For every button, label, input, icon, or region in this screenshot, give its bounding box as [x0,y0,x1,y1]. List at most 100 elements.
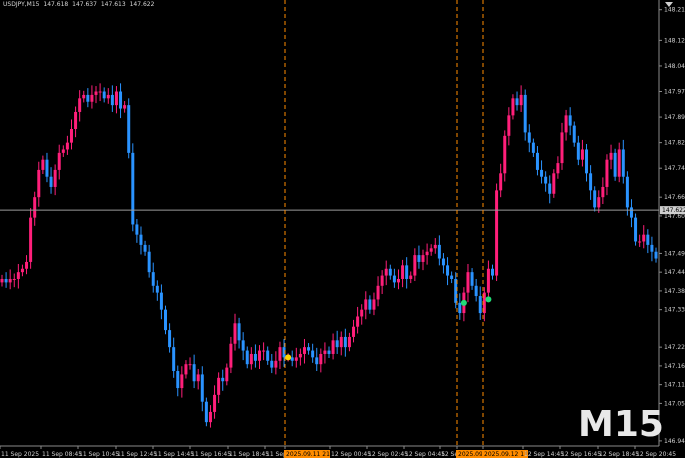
candle-body [78,98,82,112]
price-tick-label: 147.970 [664,89,685,96]
candle-body [368,299,372,310]
candle-body [290,357,294,361]
time-tick-label: 11 Sep 10:45 [79,451,119,458]
candle-body [654,251,658,259]
candle-body [176,371,180,389]
candle-body [580,149,584,160]
candle-body [446,265,450,276]
time-tick-label: 11 Sep 08:45 [42,451,82,458]
time-tick-label: 12 Sep 16:45 [561,451,601,458]
candle-body [425,251,429,256]
candle-body [458,302,462,314]
candle-body [331,340,335,354]
candle-body [45,159,49,177]
candle-body [474,285,478,297]
candle-body [388,268,392,276]
price-tick-label: 148.045 [664,63,685,70]
candle-body [405,265,409,279]
candle-body [302,347,306,354]
candle-body [491,268,494,276]
candle-body [4,278,8,283]
candle-body [25,261,29,269]
candle-body [429,248,433,252]
candle-body [258,350,262,361]
dropdown-icon[interactable] [663,0,675,9]
time-tick-label: 11 Sep 12:45 [117,451,157,458]
candle-body [585,149,589,174]
price-tick-label: 147.330 [664,307,685,314]
time-tick-label: 11 Sep 18:45 [229,451,269,458]
candle-body [564,115,568,133]
candle-body [74,111,78,130]
candle-body [249,353,253,365]
candle-body [278,347,282,361]
candle-body [572,125,576,143]
candle-body [523,94,527,133]
candle-body [335,340,339,348]
low-value: 147.613 [100,1,126,8]
candle-body [441,258,445,266]
candle-body [262,350,266,352]
candle-body [531,142,535,153]
candle-body [200,374,204,402]
candle-body [401,265,405,279]
candle-body [560,132,564,164]
candle-body [12,278,16,280]
candle-body [253,353,257,361]
price-tick-label: 147.220 [664,344,685,351]
candle-body [535,152,539,170]
candle-body [37,169,41,198]
candle-body [511,98,515,116]
price-tick-label: 147.110 [664,382,685,389]
candle-body [527,132,531,143]
candle-body [486,268,490,293]
price-tick-label: 147.495 [664,250,685,257]
candle-body [376,285,380,300]
candle-body [380,275,384,286]
candle-body [208,411,212,423]
candle-body [544,176,548,184]
price-chart[interactable]: 148.210148.120148.045147.970147.895147.8… [0,0,685,458]
candle-body [396,278,400,283]
candle-body [266,350,270,361]
candle-body [131,152,135,225]
candle-body [315,357,319,365]
candle-body [617,149,621,177]
candle-body [597,197,601,208]
price-tick-label: 148.120 [664,37,685,44]
price-tick-label: 147.165 [664,363,685,370]
candle-body [229,343,233,368]
candle-body [245,350,249,365]
candle-body [0,278,4,283]
candle-body [184,364,188,375]
candle-body [188,364,192,366]
candle-body [196,374,200,382]
candle-body [466,272,470,293]
candle-body [237,323,241,341]
candle-body [576,142,580,160]
candle-body [110,94,114,106]
candle-body [417,255,421,262]
candle-body [143,244,147,252]
candle-body [621,149,625,177]
candle-body [204,401,208,423]
candle-body [57,152,61,170]
candle-body [421,255,425,262]
candle-body [53,169,57,187]
symbol-label: USDJPY,M15 [3,1,40,8]
chart-window[interactable]: 148.210148.120148.045147.970147.895147.8… [0,0,685,458]
candle-body [119,91,123,109]
price-tick-label: 146.945 [664,438,685,445]
candle-body [613,152,617,177]
candle-body [159,292,163,310]
price-tick-label: 147.895 [664,114,685,121]
candle-body [151,272,155,286]
candle-body [225,367,229,382]
signal-dot [285,354,292,361]
time-tick-label: 12 Sep 18:45 [599,451,639,458]
price-tick-label: 147.660 [664,194,685,201]
candle-body [98,91,102,93]
candle-body [409,275,413,279]
time-tick-label: 12 Sep 02:45 [368,451,408,458]
candle-body [90,94,94,102]
